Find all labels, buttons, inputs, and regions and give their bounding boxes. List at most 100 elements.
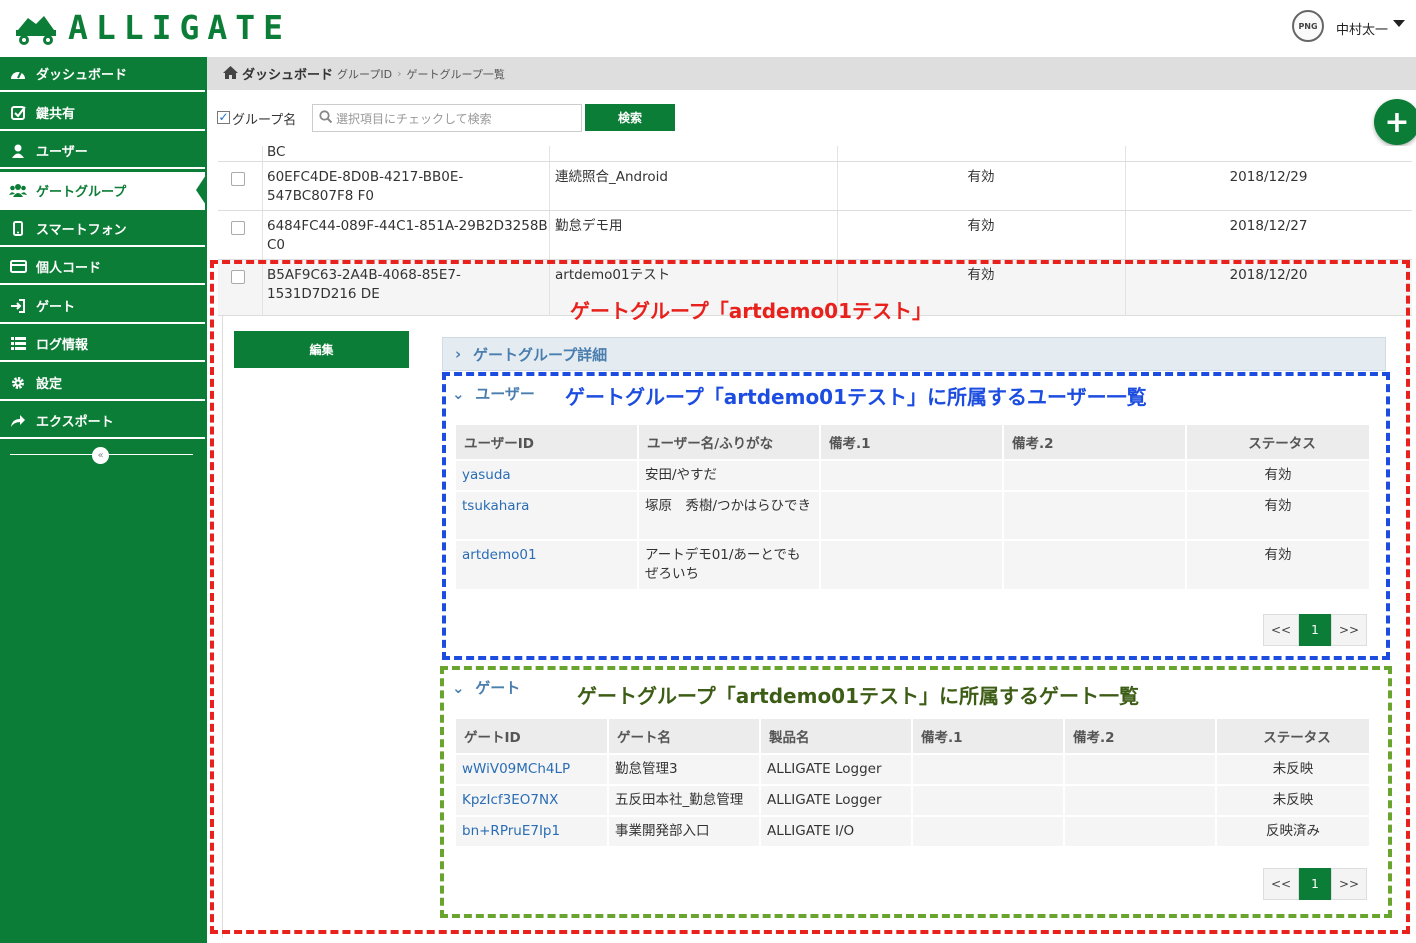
sidebar-item-label: ゲート <box>36 300 76 315</box>
gate-name-cell: 事業開発部入口 <box>608 815 761 846</box>
app-header: ALLIGATE PNG 中村太一 <box>0 0 1416 57</box>
group-id-cell: 6484FC44-089F-44C1-851A-29B2D3258B C0 <box>267 218 548 253</box>
table-row[interactable]: BC <box>218 146 1412 162</box>
sidebar-item-logs[interactable]: ログ情報 <box>0 327 205 362</box>
table-row: wWiV09MCh4LP 勤怠管理3 ALLIGATE Logger 未反映 <box>456 753 1371 785</box>
avatar[interactable]: PNG <box>1292 10 1324 42</box>
caret-down-icon[interactable] <box>1393 20 1405 27</box>
sidebar-item-export[interactable]: エクスポート <box>0 404 205 439</box>
gear-icon <box>0 376 36 390</box>
status-cell: 有効 <box>1186 490 1371 540</box>
column-header[interactable]: 備考.2 <box>1064 719 1217 754</box>
sidebar-item-label: 鍵共有 <box>36 107 76 122</box>
share-icon <box>0 414 36 427</box>
product-name-cell: ALLIGATE I/O <box>760 815 913 846</box>
annotation-label-group: ゲートグループ「artdemo01テスト」 <box>570 299 933 323</box>
users-section-header[interactable]: ⌄ ユーザー <box>452 383 535 404</box>
sidebar-item-key-share[interactable]: 鍵共有 <box>0 96 205 131</box>
logo-text[interactable]: ALLIGATE <box>68 8 291 47</box>
sidebar-item-settings[interactable]: 設定 <box>0 366 205 401</box>
search-button[interactable]: 検索 <box>585 104 675 131</box>
pager-next[interactable]: >> <box>1331 868 1367 900</box>
pager-prev[interactable]: << <box>1263 614 1299 646</box>
gate-id-link[interactable]: KpzIcf3EO7NX <box>456 784 609 816</box>
column-header[interactable]: 備考.2 <box>1003 425 1187 460</box>
user-id-link[interactable]: tsukahara <box>456 490 639 540</box>
note1-cell <box>912 815 1065 846</box>
chevron-right-icon: › <box>455 345 462 363</box>
product-name-cell: ALLIGATE Logger <box>760 784 913 816</box>
sidebar-item-dashboard[interactable]: ダッシュボード <box>0 57 205 92</box>
group-id-cell: B5AF9C63-2A4B-4068-85E7-1531D7D216 DE <box>267 267 461 302</box>
row-checkbox[interactable] <box>231 221 245 235</box>
pager-current[interactable]: 1 <box>1299 614 1331 646</box>
column-header[interactable]: ゲートID <box>456 719 609 754</box>
search-field-label[interactable]: グループ名 <box>232 109 296 128</box>
column-header[interactable]: ユーザー名/ふりがな <box>638 425 821 460</box>
search-input[interactable]: 選択項目にチェックして検索 <box>312 104 582 132</box>
gates-section-header[interactable]: ⌄ ゲート <box>452 677 520 698</box>
column-header[interactable]: 備考.1 <box>912 719 1065 754</box>
column-header[interactable]: 製品名 <box>760 719 913 754</box>
sidebar-item-gate-groups[interactable]: ゲートグループ <box>0 172 206 210</box>
sidebar-item-smartphone[interactable]: スマートフォン <box>0 212 205 247</box>
breadcrumb-separator: › <box>397 67 402 80</box>
gates-table: ゲートID ゲート名 製品名 備考.1 備考.2 ステータス wWiV09MCh… <box>456 719 1371 846</box>
row-checkbox[interactable] <box>231 270 245 284</box>
status-cell: 未反映 <box>1216 784 1371 816</box>
user-id-link[interactable]: artdemo01 <box>456 539 639 589</box>
chevron-down-icon: ⌄ <box>452 679 465 697</box>
user-name-cell: 塚原 秀樹/つかはらひでき <box>638 490 821 540</box>
user-icon <box>0 144 36 158</box>
column-header[interactable]: ユーザーID <box>456 425 639 460</box>
list-icon <box>0 337 36 350</box>
column-header[interactable]: ステータス <box>1216 719 1371 754</box>
group-id-cell: 60EFC4DE-8D0B-4217-BB0E-547BC807F8 F0 <box>267 169 464 204</box>
smartphone-icon <box>0 221 36 236</box>
table-row[interactable]: 6484FC44-089F-44C1-851A-29B2D3258B C0 勤怠… <box>218 211 1412 260</box>
pager-prev[interactable]: << <box>1263 868 1299 900</box>
home-icon[interactable] <box>223 65 238 82</box>
user-id-link[interactable]: yasuda <box>456 459 639 491</box>
gate-id-link[interactable]: wWiV09MCh4LP <box>456 753 609 785</box>
group-detail-section-header[interactable]: › ゲートグループ詳細 <box>442 337 1386 371</box>
add-group-button[interactable]: + <box>1374 99 1416 145</box>
search-field-checkbox[interactable]: ✓ <box>217 111 230 124</box>
column-header[interactable]: ステータス <box>1186 425 1371 460</box>
gate-id-link[interactable]: bn+RPruE7Ip1 <box>456 815 609 846</box>
breadcrumb-home[interactable]: ダッシュボード <box>242 64 333 83</box>
gate-name-cell: 五反田本社_勤怠管理 <box>608 784 761 816</box>
sidebar-item-personal-code[interactable]: 個人コード <box>0 250 205 285</box>
note1-cell <box>912 753 1065 785</box>
sidebar-item-users[interactable]: ユーザー <box>0 134 205 169</box>
column-header[interactable]: ゲート名 <box>608 719 761 754</box>
edit-button[interactable]: 編集 <box>234 331 409 368</box>
section-title: ユーザー <box>475 385 535 403</box>
table-row: artdemo01 アートデモ01/あーとでもぜろいち 有効 <box>456 539 1371 589</box>
group-name-cell: 勤怠デモ用 <box>555 218 623 234</box>
note2-cell <box>1064 815 1217 846</box>
column-header[interactable]: 備考.1 <box>820 425 1004 460</box>
search-icon <box>319 110 333 126</box>
note2-cell <box>1064 784 1217 816</box>
note2-cell <box>1003 490 1187 540</box>
collapse-sidebar-icon[interactable]: « <box>92 447 109 464</box>
alligator-logo-icon[interactable] <box>14 10 58 50</box>
pager-current[interactable]: 1 <box>1299 868 1331 900</box>
table-row[interactable]: 60EFC4DE-8D0B-4217-BB0E-547BC807F8 F0 連続… <box>218 162 1412 211</box>
gate-group-table: BC 60EFC4DE-8D0B-4217-BB0E-547BC807F8 F0… <box>218 146 1412 316</box>
sidebar-item-gates[interactable]: ゲート <box>0 289 205 324</box>
user-name[interactable]: 中村太一 <box>1336 19 1388 38</box>
sign-in-icon <box>0 298 36 313</box>
breadcrumb-item[interactable]: グループID <box>337 66 392 82</box>
note2-cell <box>1064 753 1217 785</box>
group-status-cell: 有効 <box>967 218 995 234</box>
pager-next[interactable]: >> <box>1331 614 1367 646</box>
dashboard-icon <box>0 67 36 81</box>
card-icon <box>0 260 36 273</box>
sidebar-item-label: ダッシュボード <box>36 68 128 83</box>
note1-cell <box>820 490 1004 540</box>
row-checkbox[interactable] <box>231 172 245 186</box>
sidebar: ダッシュボード 鍵共有 ユーザー ゲートグループ スマートフォン 個人コード ゲ… <box>0 57 207 943</box>
annotation-label-users: ゲートグループ「artdemo01テスト」に所属するユーザー一覧 <box>565 385 1147 409</box>
